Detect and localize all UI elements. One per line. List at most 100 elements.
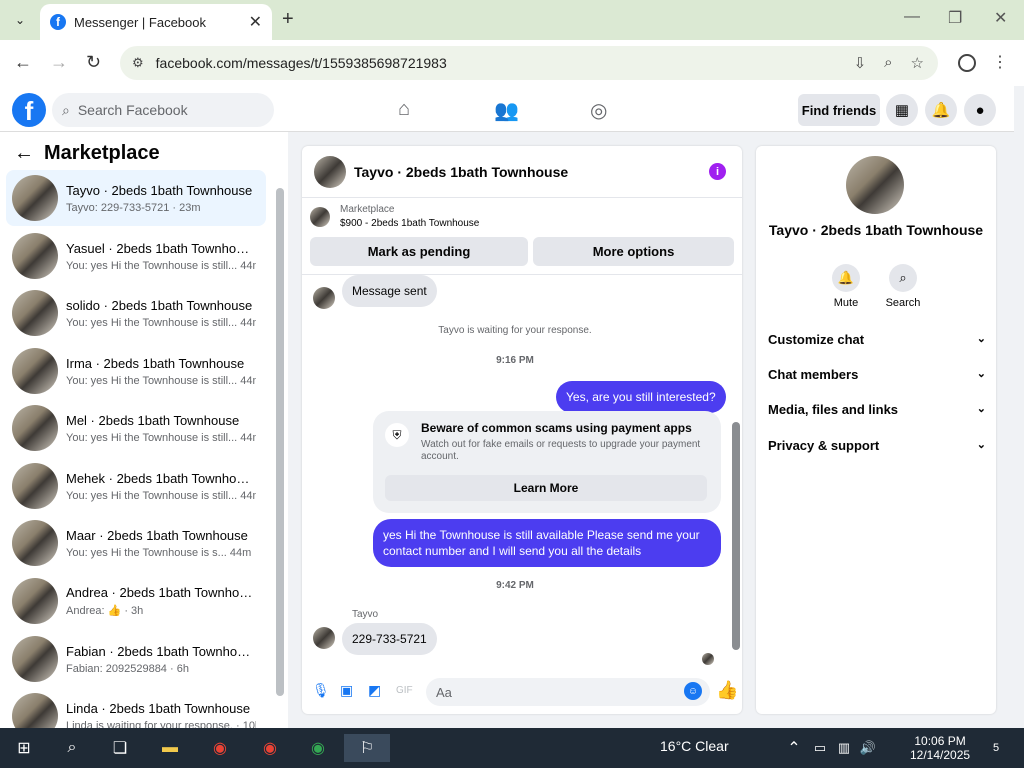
chrome-icon[interactable]: ◉ [206,734,234,762]
thumbs-up-icon[interactable]: 👍 [716,680,738,701]
message-composer: 🎙 ▣ ◩ GIF Aa ☺ 👍 [302,672,742,712]
conversation-item[interactable]: Irma · 2beds 1bath Townhouse You: yes Hi … [6,343,266,399]
windows-start-icon[interactable]: ⊞ [10,734,38,762]
browser-tab[interactable]: f Messenger | Facebook ✕ [40,4,272,40]
bookmark-star-icon[interactable]: ☆ [911,54,924,72]
show-hidden-icon[interactable]: ⌃ [780,734,808,762]
search-input[interactable]: ⌕ Search Facebook [52,93,274,127]
section-media-files-links[interactable]: Media, files and links ⌄ [768,402,986,417]
conversation-item[interactable]: Mel · 2beds 1bath Townhouse You: yes Hi t… [6,400,266,456]
zoom-icon[interactable]: ⌕ [884,54,892,72]
chrome-icon[interactable]: ◉ [304,734,332,762]
facebook-logo-icon[interactable]: f [12,93,46,127]
conversation-item[interactable]: Maar · 2beds 1bath Townhouse You: yes Hi … [6,515,266,571]
file-explorer-icon[interactable]: ▬ [156,734,184,762]
sender-name: Tayvo [352,609,379,620]
minimize-icon[interactable]: — [904,8,920,26]
back-arrow-icon[interactable]: ← [14,142,34,165]
mute-button[interactable]: 🔔 Mute [821,264,871,309]
chat-avatar[interactable] [314,155,346,188]
notifications-icon[interactable]: 5 [982,734,1010,762]
menu-grid-icon[interactable]: ▦ [886,94,918,126]
site-info-icon[interactable]: ⚙ [132,55,144,71]
restore-icon[interactable]: ❐ [948,8,962,28]
mark-pending-button[interactable]: Mark as pending [310,237,528,266]
left-scrollbar[interactable] [276,188,284,696]
tab-search-dropdown[interactable]: ⌄ [8,8,32,32]
close-window-icon[interactable]: ✕ [994,8,1007,28]
new-tab-icon[interactable]: + [282,8,294,31]
contact-avatar-large[interactable] [846,156,904,214]
timestamp: 9:16 PM [496,355,534,366]
address-toolbar: ← → ↻ ⚙ facebook.com/messages/t/15593856… [0,40,1024,86]
conversation-item[interactable]: Tayvo · 2beds 1bath Townhouse Tayvo: 229-… [6,170,266,226]
bell-icon: 🔔 [832,264,860,292]
emoji-icon[interactable]: ☺ [684,682,702,700]
section-label: Chat members [768,367,859,382]
section-privacy-support[interactable]: Privacy & support ⌄ [768,438,986,453]
search-icon[interactable]: ⌕ [58,734,86,762]
conversation-snippet: You: yes Hi the Townhouse is still... 44… [66,259,256,272]
learn-more-button[interactable]: Learn More [385,475,707,501]
listing-title: $900 - 2beds 1bath Townhouse [340,218,480,229]
search-placeholder: Search Facebook [77,102,188,118]
find-friends-button[interactable]: Find friends [798,94,880,126]
active-app-icon[interactable]: ⚐ [344,734,390,762]
tab-title: Messenger | Facebook [74,14,206,30]
search-button[interactable]: ⌕ Search [878,264,928,309]
conversation-name: Maar · 2beds 1bath Townhouse [66,527,248,543]
system-clock[interactable]: 10:06 PM 12/14/2025 [910,734,970,762]
seen-avatar [702,653,714,665]
conversation-item[interactable]: Mehek · 2beds 1bath Townhouse You: yes Hi… [6,458,266,514]
install-app-icon[interactable]: ⇩ [854,54,867,72]
info-icon[interactable]: i [709,163,726,180]
back-icon[interactable]: ← [14,52,32,73]
chat-panel: Tayvo · 2beds 1bath Townhouse i Marketpl… [302,146,742,714]
sticker-icon[interactable]: ◩ [368,682,381,699]
scam-description: Watch out for fake emails or requests to… [421,439,701,462]
account-avatar-icon[interactable]: ● [964,94,996,126]
home-icon[interactable]: ⌂ [398,98,410,121]
chrome-profile-icon[interactable]: ◉ [256,734,284,762]
url-bar[interactable]: ⚙ facebook.com/messages/t/15593856987219… [120,46,938,80]
browser-profile-icon[interactable] [958,54,976,72]
conversation-item[interactable]: solido · 2beds 1bath Townhouse You: yes H… [6,285,266,341]
gaming-icon[interactable]: ◎ [590,98,607,123]
notifications-bell-icon[interactable]: 🔔 [925,94,957,126]
mute-label: Mute [833,297,859,309]
forward-icon[interactable]: → [50,52,68,73]
conversation-item[interactable]: Yasuel · 2beds 1bath Townhouse You: yes H… [6,228,266,284]
browser-tab-bar: ⌄ f Messenger | Facebook ✕ + — ❐ ✕ [0,0,1024,40]
shield-icon: ⛨ [385,423,409,447]
section-label: Customize chat [768,332,865,347]
message-input[interactable]: Aa [426,678,710,706]
listing-summary[interactable]: Marketplace $900 - 2beds 1bath Townhouse [310,204,479,229]
friends-icon[interactable]: 👥 [494,98,519,123]
chat-title[interactable]: Tayvo · 2beds 1bath Townhouse [354,164,568,180]
task-view-icon[interactable]: ❏ [106,734,134,762]
section-chat-members[interactable]: Chat members ⌄ [768,367,986,382]
gif-icon[interactable]: GIF [396,685,413,696]
volume-icon[interactable]: 🔊 [854,734,882,762]
conversation-name: Andrea · 2beds 1bath Townhouse [66,585,256,600]
microphone-icon[interactable]: 🎙 [312,682,330,699]
reload-icon[interactable]: ↻ [86,52,101,73]
more-options-button[interactable]: More options [533,237,734,266]
conversation-snippet: You: yes Hi the Townhouse is still... 44… [66,489,256,502]
listing-thumbnail [310,206,330,227]
conversation-item[interactable]: Fabian · 2beds 1bath Townhouse Fabian: 20… [6,631,266,687]
facebook-favicon-icon: f [50,14,66,30]
listing-thumbnail [12,348,58,394]
message-bubble: Yes, are you still interested? [556,381,726,413]
chat-scrollbar[interactable] [732,422,740,650]
conversation-item[interactable]: Linda · 2beds 1bath Townhouse Linda is wa… [6,688,266,728]
photo-icon[interactable]: ▣ [340,682,353,699]
browser-menu-icon[interactable]: ⋮ [992,52,1008,72]
section-customize-chat[interactable]: Customize chat ⌄ [768,332,986,347]
conversation-item[interactable]: Andrea · 2beds 1bath Townhouse Andrea: 👍 … [6,573,266,629]
listing-thumbnail [12,636,58,682]
close-tab-icon[interactable]: ✕ [249,12,262,32]
notification-count: 5 [992,742,1000,754]
weather-widget[interactable]: 16°C Clear [660,738,729,754]
conversation-name: Fabian · 2beds 1bath Townhouse [66,643,256,659]
